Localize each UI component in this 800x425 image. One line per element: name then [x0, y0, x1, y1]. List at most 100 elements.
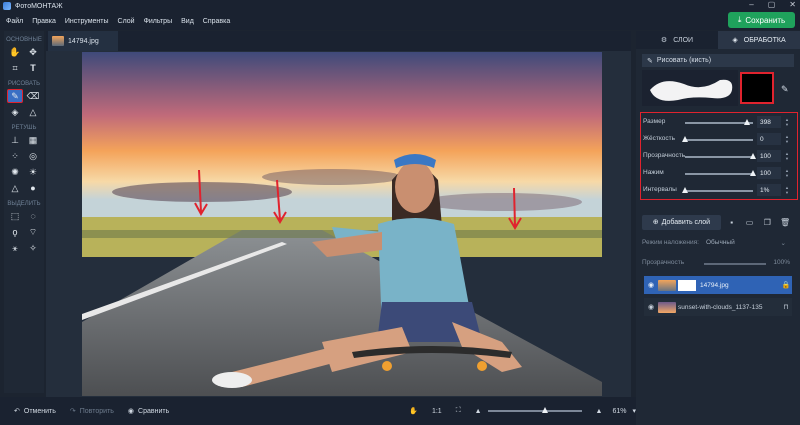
menu-layer[interactable]: Слой	[118, 18, 135, 25]
layer-style-icon[interactable]: ▪	[725, 218, 739, 227]
zoom-slider[interactable]	[487, 407, 582, 413]
zoom-value: 61%	[612, 407, 627, 415]
eraser-icon[interactable]: ⌫	[25, 89, 41, 103]
lock-icon[interactable]: ⊓	[780, 303, 792, 311]
duplicate-icon[interactable]: ❐	[760, 218, 774, 227]
actual-size-button[interactable]: 1:1	[432, 408, 442, 415]
param-slider[interactable]	[685, 170, 756, 176]
tab-processing[interactable]: ◈ ОБРАБОТКА	[718, 31, 800, 49]
compare-button[interactable]: ◉ Сравнить	[128, 407, 170, 416]
param-label: Жёсткость	[643, 135, 675, 142]
patch-icon[interactable]: ▦	[25, 133, 41, 147]
param-row[interactable]: Интервалы 1% ▲ ▼	[641, 184, 797, 198]
menu-file[interactable]: Файл	[6, 18, 23, 25]
spin-arrows-icon[interactable]: ▲ ▼	[785, 151, 789, 161]
magic-wand-icon[interactable]: ✧	[25, 241, 41, 255]
tab-layers[interactable]: ⚙ СЛОИ	[636, 31, 718, 49]
brush-color-swatch[interactable]	[740, 72, 774, 104]
minimize-icon[interactable]: –	[749, 0, 753, 9]
compare-label: Сравнить	[138, 407, 170, 415]
param-value[interactable]: 100	[757, 167, 781, 179]
lock-icon[interactable]: 🔒	[780, 281, 792, 289]
pan-icon[interactable]: ✋	[409, 407, 418, 415]
param-slider[interactable]	[685, 119, 753, 125]
undo-button[interactable]: ↶ Отменить	[14, 407, 56, 416]
param-value[interactable]: 0	[757, 133, 781, 145]
blend-mode-value: Обычный	[706, 239, 735, 246]
triangle-icon[interactable]: △	[7, 181, 23, 195]
param-slider[interactable]	[685, 153, 756, 159]
visibility-eye-icon[interactable]: ◉	[644, 303, 658, 311]
blur-grid-icon[interactable]: ⁘	[7, 149, 23, 163]
lasso-icon[interactable]: ϙ	[7, 225, 23, 239]
layer-row[interactable]: ◉ 14794.jpg 🔒	[644, 276, 792, 294]
document-tab[interactable]: 14794.jpg	[48, 31, 118, 51]
zoom-slider-thumb[interactable]	[542, 407, 549, 413]
redo-button[interactable]: ↷ Повторить	[69, 407, 114, 416]
param-slider[interactable]	[682, 187, 753, 193]
param-slider-thumb[interactable]	[682, 187, 689, 193]
menu-tools[interactable]: Инструменты	[65, 18, 109, 25]
zoom-out-icon[interactable]: ▲	[475, 408, 482, 415]
param-slider[interactable]	[681, 136, 753, 142]
dodge-icon[interactable]: ✺	[7, 165, 23, 179]
text-icon[interactable]: T	[25, 61, 41, 75]
maximize-icon[interactable]: ▢	[768, 0, 776, 9]
menu-edit[interactable]: Правка	[32, 18, 56, 25]
menu-filters[interactable]: Фильтры	[144, 18, 173, 25]
param-value[interactable]: 398	[757, 116, 781, 128]
layer-mask-thumbnail[interactable]	[678, 279, 696, 291]
trash-icon[interactable]: 🗑	[778, 218, 792, 227]
fill-icon[interactable]: ◈	[7, 105, 23, 119]
param-row[interactable]: Размер 398 ▲ ▼	[641, 116, 797, 130]
polygon-lasso-icon[interactable]: ⌔	[25, 225, 41, 239]
drop-icon[interactable]: ●	[25, 181, 41, 195]
param-slider-thumb[interactable]	[681, 136, 688, 142]
sharpen-icon[interactable]: ◎	[25, 149, 41, 163]
layer-opacity-row[interactable]: Прозрачность 100%	[642, 259, 792, 271]
toolbox: ОСНОВНЫЕ ✋ ✥ ⌗ T РИСОВАТЬ ✎ ⌫ ◈ △ РЕТУШЬ…	[4, 31, 44, 393]
burn-icon[interactable]: ☀	[25, 165, 41, 179]
add-layer-button[interactable]: ⊕ Добавить слой	[642, 214, 721, 230]
spin-arrows-icon[interactable]: ▲ ▼	[785, 134, 789, 144]
layer-opacity-slider[interactable]	[704, 263, 766, 265]
spin-arrows-icon[interactable]: ▲ ▼	[785, 168, 789, 178]
visibility-eye-icon[interactable]: ◉	[644, 281, 658, 289]
magic-select-icon[interactable]: ⚹	[7, 241, 23, 255]
spin-arrows-icon[interactable]: ▲ ▼	[785, 117, 789, 127]
blend-mode-row[interactable]: Режим наложения: Обычный ⌄	[642, 239, 792, 251]
crop-icon[interactable]: ⌗	[7, 61, 23, 75]
zoom-in-icon[interactable]: ▲	[596, 408, 603, 415]
param-slider-thumb[interactable]	[749, 170, 756, 176]
brush-icon[interactable]: ✎	[7, 89, 23, 103]
param-row[interactable]: Прозрачность 100 ▲ ▼	[641, 150, 797, 164]
stamp-icon[interactable]: ⊥	[7, 133, 23, 147]
param-value[interactable]: 1%	[757, 184, 781, 196]
param-slider-thumb[interactable]	[749, 153, 756, 159]
menu-view[interactable]: Вид	[181, 18, 194, 25]
save-button[interactable]: ⤓ Сохранить	[728, 12, 795, 28]
canvas-area[interactable]	[46, 51, 631, 397]
ellipse-select-icon[interactable]: ◌	[25, 209, 41, 223]
menu-help[interactable]: Справка	[203, 18, 230, 25]
folder-icon[interactable]: ▭	[743, 218, 757, 227]
spin-arrows-icon[interactable]: ▲ ▼	[785, 185, 789, 195]
tool-section-select: ВЫДЕЛИТЬ	[7, 201, 41, 207]
tool-section-retouch: РЕТУШЬ	[11, 125, 37, 131]
close-icon[interactable]: ✕	[789, 0, 796, 9]
redo-icon: ↷	[69, 408, 76, 415]
param-row[interactable]: Жёсткость 0 ▲ ▼	[641, 133, 797, 147]
shapes-icon[interactable]: △	[25, 105, 41, 119]
hand-icon[interactable]: ✋	[7, 45, 23, 59]
param-value[interactable]: 100	[757, 150, 781, 162]
eyedropper-icon[interactable]: ✎	[781, 84, 789, 95]
layer-row[interactable]: ◉ sunset-with-clouds_1137-135 ⊓	[644, 298, 792, 316]
param-row[interactable]: Нажим 100 ▲ ▼	[641, 167, 797, 181]
photo-canvas[interactable]	[82, 52, 602, 396]
app-logo-icon	[3, 2, 11, 10]
fit-screen-icon[interactable]: ⛶	[456, 407, 461, 415]
chevron-down-icon: ⌄	[780, 240, 786, 247]
rect-select-icon[interactable]: ⬚	[7, 209, 23, 223]
move-icon[interactable]: ✥	[25, 45, 41, 59]
param-slider-thumb[interactable]	[744, 119, 751, 125]
